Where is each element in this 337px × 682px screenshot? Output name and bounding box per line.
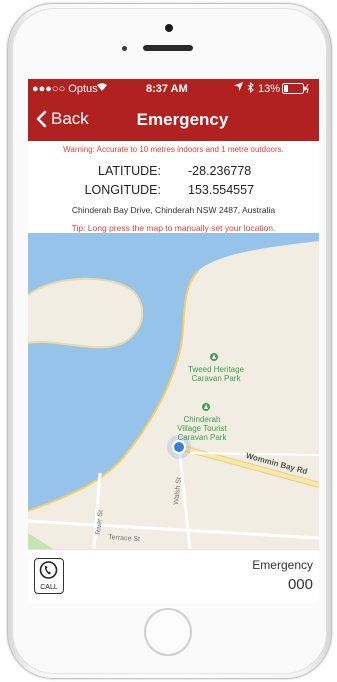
bottom-bar: CALL Emergency 000 (28, 549, 319, 603)
service-number: 000 (287, 576, 313, 593)
proximity-sensor (122, 46, 127, 51)
page-title: Emergency (136, 110, 229, 129)
wifi-icon (96, 82, 108, 95)
poi-marker-icon[interactable] (210, 353, 218, 361)
map-view[interactable]: Tweed Heritage Caravan Park Chinderah Vi… (28, 233, 319, 550)
bluetooth-icon (247, 81, 254, 96)
accuracy-warning: Warning: Accurate to 10 metres indoors a… (63, 145, 284, 154)
poi-tweed-heritage-line2: Caravan Park (192, 374, 242, 383)
front-camera (165, 24, 173, 32)
call-label: CALL (40, 584, 58, 591)
home-button[interactable] (144, 608, 192, 656)
carrier-label: ●●●○○ Optus (32, 83, 98, 95)
app-screen: ●●●○○ Optus 8:37 AM 13% Back Emergency W… (28, 79, 319, 603)
poi-marker-icon[interactable] (202, 403, 210, 411)
poi-chinderah-line2: Village Tourist (177, 424, 227, 433)
address-text: Chinderah Bay Drive, Chinderah NSW 2487,… (71, 205, 276, 215)
latitude-label: LATITUDE: (98, 164, 161, 178)
longitude-value: 153.554557 (188, 183, 255, 197)
phone-icon (39, 561, 58, 579)
location-arrow-icon (234, 82, 243, 94)
earpiece-speaker (143, 45, 193, 51)
poi-chinderah-line1: Chinderah (184, 415, 221, 424)
current-location-icon (167, 435, 191, 459)
map-peninsula (28, 278, 143, 348)
location-info-panel: Warning: Accurate to 10 metres indoors a… (28, 141, 319, 233)
map-canvas[interactable]: Tweed Heritage Caravan Park Chinderah Vi… (28, 233, 319, 550)
longitude-label: LONGITUDE: (84, 183, 161, 197)
poi-tweed-heritage-line1: Tweed Heritage (188, 365, 245, 374)
status-bar: ●●●○○ Optus 8:37 AM 13% (28, 79, 319, 99)
map-tip: Tip: Long press the map to manually set … (71, 223, 276, 233)
battery-percent: 13% (258, 83, 281, 95)
status-time: 8:37 AM (146, 83, 188, 95)
service-label: Emergency (252, 558, 313, 572)
navigation-bar: Back Emergency (28, 99, 319, 141)
call-button[interactable]: CALL (34, 558, 64, 594)
latitude-value: -28.236778 (188, 164, 252, 178)
battery-icon (282, 83, 310, 97)
